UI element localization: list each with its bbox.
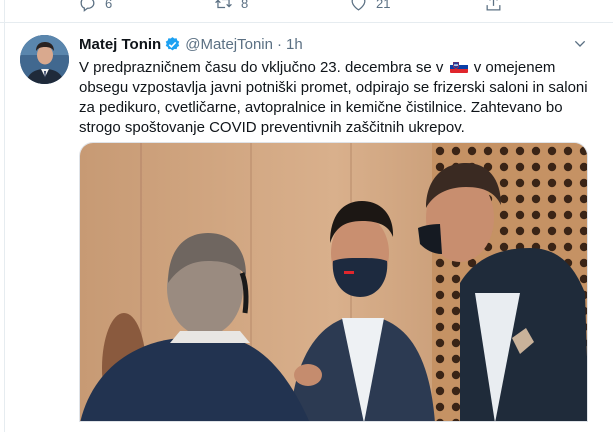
tweet-divider: [0, 22, 613, 23]
avatar-image: [20, 35, 69, 84]
share-icon: [486, 0, 501, 11]
reply-button[interactable]: 6: [78, 0, 112, 13]
retweet-button[interactable]: 8: [214, 0, 248, 13]
previous-tweet-actions: 6 8 21: [0, 0, 613, 14]
avatar[interactable]: [20, 35, 69, 84]
timeline-border: [4, 0, 5, 432]
heart-icon: [351, 0, 366, 11]
verified-badge-icon: [165, 37, 180, 51]
like-button[interactable]: 21: [349, 0, 390, 13]
tweet-photo[interactable]: [79, 142, 588, 422]
share-button[interactable]: [484, 0, 503, 13]
tweet-header: Matej Tonin @MatejTonin · 1h: [79, 36, 303, 53]
slovenia-flag-icon: [449, 61, 468, 73]
header-separator: ·: [277, 36, 282, 53]
retweet-count: 8: [241, 0, 249, 11]
tweet-photo-image: [80, 143, 587, 421]
retweet-icon: [215, 0, 232, 9]
like-count: 21: [376, 0, 391, 11]
reply-icon: [80, 0, 95, 12]
author-name[interactable]: Matej Tonin: [79, 36, 161, 53]
reply-count: 6: [105, 0, 113, 11]
author-handle[interactable]: @MatejTonin: [185, 36, 273, 53]
chevron-down-icon[interactable]: [572, 36, 588, 52]
tweet-text: V predprazničnem času do vključno 23. de…: [79, 58, 594, 138]
tweet-timestamp[interactable]: 1h: [286, 36, 303, 53]
tweet-text-part1: V predprazničnem času do vključno 23. de…: [79, 59, 444, 76]
